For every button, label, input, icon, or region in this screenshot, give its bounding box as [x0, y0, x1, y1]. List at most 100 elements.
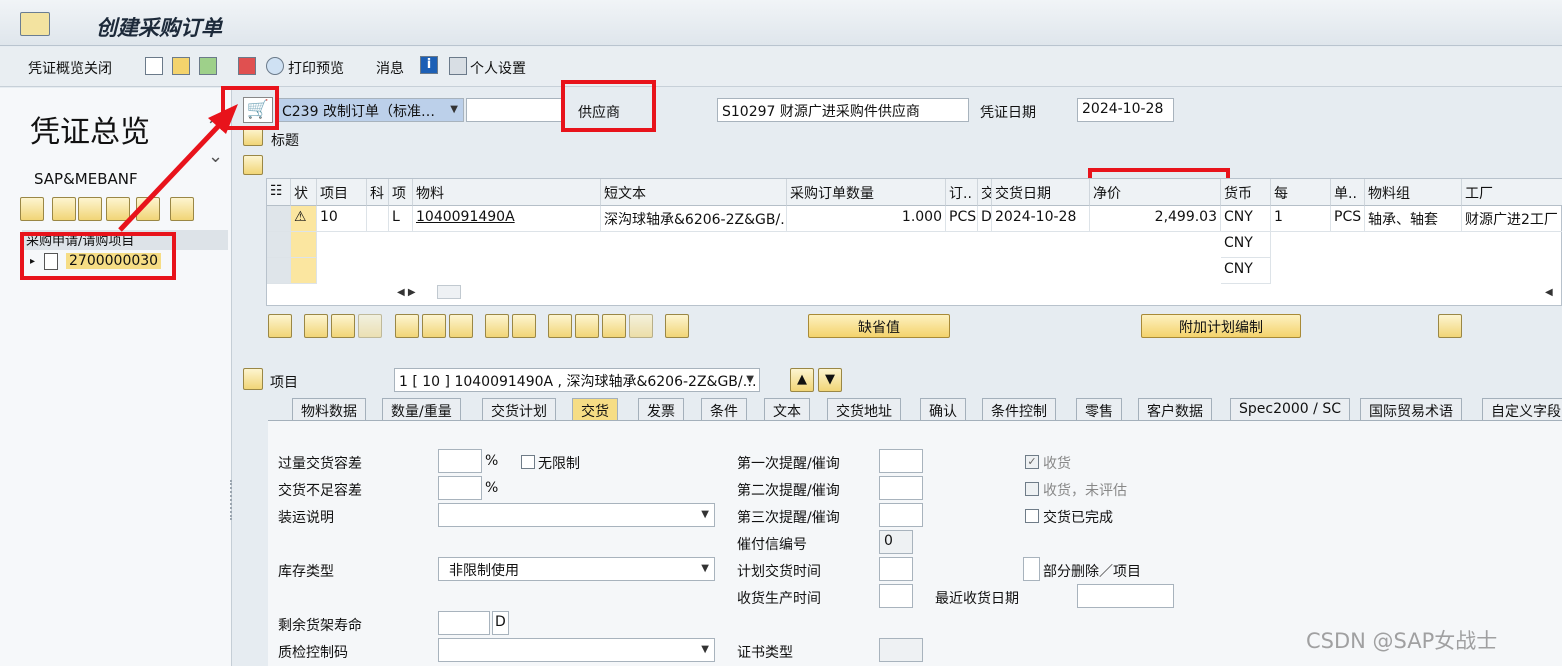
column-header[interactable]: 订.. — [946, 179, 978, 206]
stock-type-select[interactable]: 非限制使用 ▼ — [438, 557, 715, 581]
column-header[interactable]: 单.. — [1331, 179, 1365, 206]
cell-price-unit[interactable]: 1 — [1271, 206, 1331, 232]
planned-delivery-field[interactable] — [879, 557, 913, 581]
gr-processing-field[interactable] — [879, 584, 913, 608]
unlimited-checkbox[interactable] — [521, 455, 535, 469]
cell-order-unit[interactable]: PCS — [946, 206, 978, 232]
filter-icon[interactable] — [602, 314, 626, 338]
details-icon[interactable] — [268, 314, 292, 338]
cell-currency[interactable]: CNY — [1221, 206, 1271, 232]
print-preview-icon[interactable] — [266, 57, 284, 75]
column-header[interactable]: 工厂 — [1462, 179, 1562, 206]
reminder2-field[interactable] — [879, 476, 923, 500]
column-header[interactable]: 状 — [291, 179, 317, 206]
next-item-icon[interactable]: ▼ — [818, 368, 842, 392]
shelf-life-field[interactable] — [438, 611, 490, 635]
po-number-field[interactable] — [466, 98, 562, 122]
column-header[interactable]: 采购订单数量 — [787, 179, 946, 206]
info-icon[interactable]: i — [420, 56, 438, 74]
column-header[interactable]: 物料组 — [1365, 179, 1462, 206]
horizontal-scrollbar[interactable] — [437, 285, 461, 299]
cell-date-category[interactable]: D — [978, 206, 992, 232]
cell-item-category[interactable]: L — [389, 206, 413, 232]
column-header[interactable]: 交 — [978, 179, 992, 206]
open-document-icon[interactable] — [172, 57, 190, 75]
tab-delivery[interactable]: 交货 — [572, 398, 618, 420]
tab-texts[interactable]: 文本 — [764, 398, 810, 420]
tab-confirmations[interactable]: 确认 — [920, 398, 966, 420]
column-header[interactable]: 货币 — [1221, 179, 1271, 206]
app-menu-icon[interactable] — [20, 12, 50, 36]
tab-quantity-weight[interactable]: 数量/重量 — [382, 398, 461, 420]
partial-delete-field[interactable] — [1023, 557, 1040, 581]
cell-material[interactable]: 1040091490A — [413, 206, 601, 232]
cell-short-text[interactable]: 深沟球轴承&6206-2Z&GB/… — [601, 206, 787, 232]
personal-settings-button[interactable]: 个人设置 — [470, 58, 526, 78]
column-header[interactable]: 交货日期 — [992, 179, 1090, 206]
shipping-select[interactable]: ▼ — [438, 503, 715, 527]
delete-icon[interactable] — [395, 314, 419, 338]
paste-row-icon[interactable] — [358, 314, 382, 338]
column-header[interactable]: 每 — [1271, 179, 1331, 206]
cell-net-price[interactable]: 2,499.03 — [1090, 206, 1221, 232]
tab-condition-control[interactable]: 条件控制 — [982, 398, 1056, 420]
close-overview-button[interactable]: 凭证概览关闭 — [28, 58, 112, 78]
cell-status[interactable] — [291, 232, 317, 258]
column-header[interactable]: 净价 — [1090, 179, 1221, 206]
cell-delivery-date[interactable]: 2024-10-28 — [992, 206, 1090, 232]
row-selector[interactable] — [267, 232, 291, 258]
sidebar-refresh-icon[interactable] — [78, 197, 102, 221]
copy-row-icon[interactable] — [304, 314, 328, 338]
warning-status-icon[interactable]: ⚠ — [291, 206, 317, 232]
document-type-select[interactable]: C239 改制订单（标准… ▼ — [277, 98, 464, 122]
item-detail-toggle-icon[interactable] — [243, 368, 263, 390]
scroll-right-icon[interactable]: ◀ — [1545, 287, 1553, 298]
tab-customer-data[interactable]: 客户数据 — [1138, 398, 1212, 420]
column-header[interactable]: 科 — [367, 179, 389, 206]
reminder1-field[interactable] — [879, 449, 923, 473]
underdelivery-field[interactable] — [438, 476, 482, 500]
unlock-icon[interactable] — [449, 314, 473, 338]
doc-date-field[interactable]: 2024-10-28 — [1077, 98, 1174, 122]
check-icon[interactable] — [238, 57, 256, 75]
cell-item[interactable]: 10 — [317, 206, 367, 232]
cell-currency[interactable]: CNY — [1221, 232, 1271, 258]
personal-settings-icon[interactable] — [449, 57, 467, 75]
previous-item-icon[interactable]: ▲ — [790, 368, 814, 392]
row-selector[interactable] — [267, 206, 291, 232]
refresh-icon[interactable] — [1438, 314, 1462, 338]
cell-quantity[interactable]: 1.000 — [787, 206, 946, 232]
qi-code-select[interactable]: ▼ — [438, 638, 715, 662]
overdelivery-field[interactable] — [438, 449, 482, 473]
tab-retail[interactable]: 零售 — [1076, 398, 1122, 420]
pane-splitter[interactable] — [230, 480, 234, 520]
other-document-icon[interactable] — [199, 57, 217, 75]
grid-settings-icon[interactable]: ☷ — [267, 179, 291, 206]
tab-incoterms[interactable]: 国际贸易术语 — [1360, 398, 1462, 420]
sidebar-tool-2-icon[interactable] — [52, 197, 76, 221]
item-select[interactable]: 1 [ 10 ] 1040091490A , 深沟球轴承&6206-2Z&GB/… — [394, 368, 760, 392]
cell-plant[interactable]: 财源广进2工厂 — [1462, 206, 1562, 232]
sort-ascending-icon[interactable] — [548, 314, 572, 338]
total-icon[interactable] — [629, 314, 653, 338]
cell-status[interactable] — [291, 258, 317, 284]
select-all-icon[interactable] — [512, 314, 536, 338]
tab-custom-fields[interactable]: 自定义字段 — [1482, 398, 1562, 420]
cell-currency[interactable]: CNY — [1221, 258, 1271, 284]
tab-spec2000[interactable]: Spec2000 / SC — [1230, 398, 1350, 420]
sort-descending-icon[interactable] — [575, 314, 599, 338]
shelf-life-unit[interactable]: D — [492, 611, 509, 635]
cell-account-assignment[interactable] — [367, 206, 389, 232]
cell-price-order-unit[interactable]: PCS — [1331, 206, 1365, 232]
scroll-left-icon[interactable]: ◀ ▶ — [397, 287, 416, 298]
delivery-complete-checkbox[interactable] — [1025, 509, 1039, 523]
insert-row-icon[interactable] — [331, 314, 355, 338]
messages-button[interactable]: 消息 — [376, 58, 404, 78]
new-document-icon[interactable] — [145, 57, 163, 75]
cell-material-group[interactable]: 轴承、轴套 — [1365, 206, 1462, 232]
column-header[interactable]: 项 — [389, 179, 413, 206]
tab-delivery-address[interactable]: 交货地址 — [827, 398, 901, 420]
tab-conditions[interactable]: 条件 — [701, 398, 747, 420]
copy-icon[interactable] — [485, 314, 509, 338]
price-simulation-icon[interactable] — [665, 314, 689, 338]
